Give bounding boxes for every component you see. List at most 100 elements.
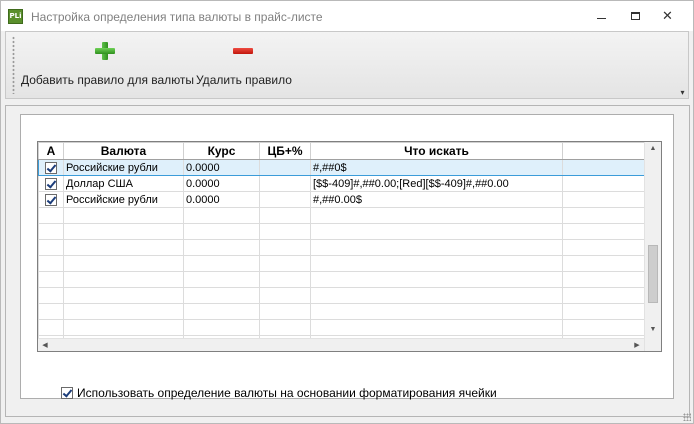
empty-table-row[interactable] xyxy=(38,303,661,320)
empty-cell[interactable] xyxy=(259,287,311,304)
empty-cell[interactable] xyxy=(63,271,184,288)
empty-cell[interactable] xyxy=(183,239,260,256)
empty-cell[interactable] xyxy=(38,271,64,288)
plus-icon xyxy=(93,40,117,64)
empty-cell[interactable] xyxy=(63,287,184,304)
empty-table-row[interactable] xyxy=(38,223,661,240)
column-header-rate[interactable]: Курс xyxy=(183,142,260,160)
empty-cell[interactable] xyxy=(63,303,184,320)
title-bar[interactable]: PLi Настройка определения типа валюты в … xyxy=(1,1,693,31)
vertical-scroll-thumb[interactable] xyxy=(648,245,658,303)
minimize-icon xyxy=(597,18,606,19)
table-row[interactable]: Российские рубли 0.0000 #,##0.00$ xyxy=(38,191,661,208)
empty-table-row[interactable] xyxy=(38,287,661,304)
rules-table-body: Российские рубли 0.0000 #,##0$ Доллар США 0.… xyxy=(38,159,661,351)
rules-grid: A Валюта Курс ЦБ+% Что искать Российские… xyxy=(37,141,662,352)
use-cell-format-option[interactable]: Использовать определение валюты на основ… xyxy=(61,386,497,400)
empty-cell[interactable] xyxy=(183,303,260,320)
row-pattern-cell[interactable]: [$$-409]#,##0.00;[Red][$$-409]#,##0.00 xyxy=(310,175,563,192)
scroll-down-icon[interactable]: ▼ xyxy=(645,323,661,337)
empty-cell[interactable] xyxy=(259,319,311,336)
empty-cell[interactable] xyxy=(310,287,563,304)
row-cb-percent-cell[interactable] xyxy=(259,159,311,176)
empty-cell[interactable] xyxy=(310,223,563,240)
row-active-checkbox[interactable] xyxy=(45,193,57,206)
row-active-checkbox-cell[interactable] xyxy=(38,175,64,192)
row-rate-cell[interactable]: 0.0000 xyxy=(183,191,260,208)
empty-cell[interactable] xyxy=(310,239,563,256)
row-currency-cell[interactable]: Российские рубли xyxy=(63,159,184,176)
row-currency-cell[interactable]: Российские рубли xyxy=(63,191,184,208)
empty-cell[interactable] xyxy=(259,303,311,320)
toolbar: Добавить правило для валюты Удалить прав… xyxy=(5,31,689,99)
empty-cell[interactable] xyxy=(259,239,311,256)
empty-table-row[interactable] xyxy=(38,319,661,336)
empty-cell[interactable] xyxy=(63,223,184,240)
scroll-right-icon[interactable]: ▶ xyxy=(630,339,644,351)
empty-cell[interactable] xyxy=(63,207,184,224)
column-header-currency[interactable]: Валюта xyxy=(63,142,184,160)
empty-table-row[interactable] xyxy=(38,271,661,288)
close-button[interactable]: ✕ xyxy=(657,7,679,25)
row-active-checkbox[interactable] xyxy=(45,161,57,174)
empty-cell[interactable] xyxy=(38,239,64,256)
empty-cell[interactable] xyxy=(183,287,260,304)
empty-cell[interactable] xyxy=(259,223,311,240)
empty-cell[interactable] xyxy=(310,319,563,336)
empty-cell[interactable] xyxy=(38,287,64,304)
empty-table-row[interactable] xyxy=(38,207,661,224)
maximize-button[interactable] xyxy=(625,7,647,25)
row-cb-percent-cell[interactable] xyxy=(259,175,311,192)
empty-cell[interactable] xyxy=(259,207,311,224)
column-header-active[interactable]: A xyxy=(38,142,64,160)
empty-cell[interactable] xyxy=(310,271,563,288)
row-currency-cell[interactable]: Доллар США xyxy=(63,175,184,192)
row-pattern-cell[interactable]: #,##0$ xyxy=(310,159,563,176)
empty-table-row[interactable] xyxy=(38,239,661,256)
empty-cell[interactable] xyxy=(183,319,260,336)
resize-grip[interactable] xyxy=(683,413,691,421)
empty-cell[interactable] xyxy=(63,239,184,256)
empty-table-row[interactable] xyxy=(38,255,661,272)
toolbar-overflow-button[interactable]: ▾ xyxy=(678,88,687,97)
empty-cell[interactable] xyxy=(310,255,563,272)
row-cb-percent-cell[interactable] xyxy=(259,191,311,208)
horizontal-scrollbar[interactable]: ◀ ▶ xyxy=(38,338,646,351)
row-rate-cell[interactable]: 0.0000 xyxy=(183,159,260,176)
minus-icon xyxy=(231,40,255,64)
empty-cell[interactable] xyxy=(183,271,260,288)
row-active-checkbox-cell[interactable] xyxy=(38,191,64,208)
empty-cell[interactable] xyxy=(38,303,64,320)
scroll-up-icon[interactable]: ▲ xyxy=(645,142,661,156)
empty-cell[interactable] xyxy=(63,255,184,272)
row-pattern-cell[interactable]: #,##0.00$ xyxy=(310,191,563,208)
empty-cell[interactable] xyxy=(38,319,64,336)
vertical-scrollbar[interactable]: ▲ ▼ xyxy=(644,142,661,351)
row-active-checkbox[interactable] xyxy=(45,177,57,190)
row-rate-cell[interactable]: 0.0000 xyxy=(183,175,260,192)
empty-cell[interactable] xyxy=(38,255,64,272)
add-rule-button[interactable]: Добавить правило для валюты xyxy=(21,38,194,88)
table-row[interactable]: Российские рубли 0.0000 #,##0$ xyxy=(38,159,661,176)
empty-cell[interactable] xyxy=(259,255,311,272)
delete-rule-button[interactable]: Удалить правило xyxy=(196,38,292,88)
empty-cell[interactable] xyxy=(259,271,311,288)
row-active-checkbox-cell[interactable] xyxy=(38,159,64,176)
empty-cell[interactable] xyxy=(63,319,184,336)
toolbar-grip[interactable] xyxy=(12,36,15,94)
empty-cell[interactable] xyxy=(38,223,64,240)
use-cell-format-label: Использовать определение валюты на основ… xyxy=(77,386,497,400)
use-cell-format-checkbox[interactable] xyxy=(61,387,73,399)
empty-cell[interactable] xyxy=(38,207,64,224)
empty-cell[interactable] xyxy=(310,303,563,320)
empty-cell[interactable] xyxy=(183,255,260,272)
empty-cell[interactable] xyxy=(310,207,563,224)
column-header-cb-percent[interactable]: ЦБ+% xyxy=(259,142,311,160)
dialog-window: PLi Настройка определения типа валюты в … xyxy=(0,0,694,424)
empty-cell[interactable] xyxy=(183,207,260,224)
minimize-button[interactable] xyxy=(591,7,613,25)
column-header-pattern[interactable]: Что искать xyxy=(310,142,563,160)
empty-cell[interactable] xyxy=(183,223,260,240)
scroll-left-icon[interactable]: ◀ xyxy=(38,339,52,351)
table-row[interactable]: Доллар США 0.0000 [$$-409]#,##0.00;[Red][$… xyxy=(38,175,661,192)
